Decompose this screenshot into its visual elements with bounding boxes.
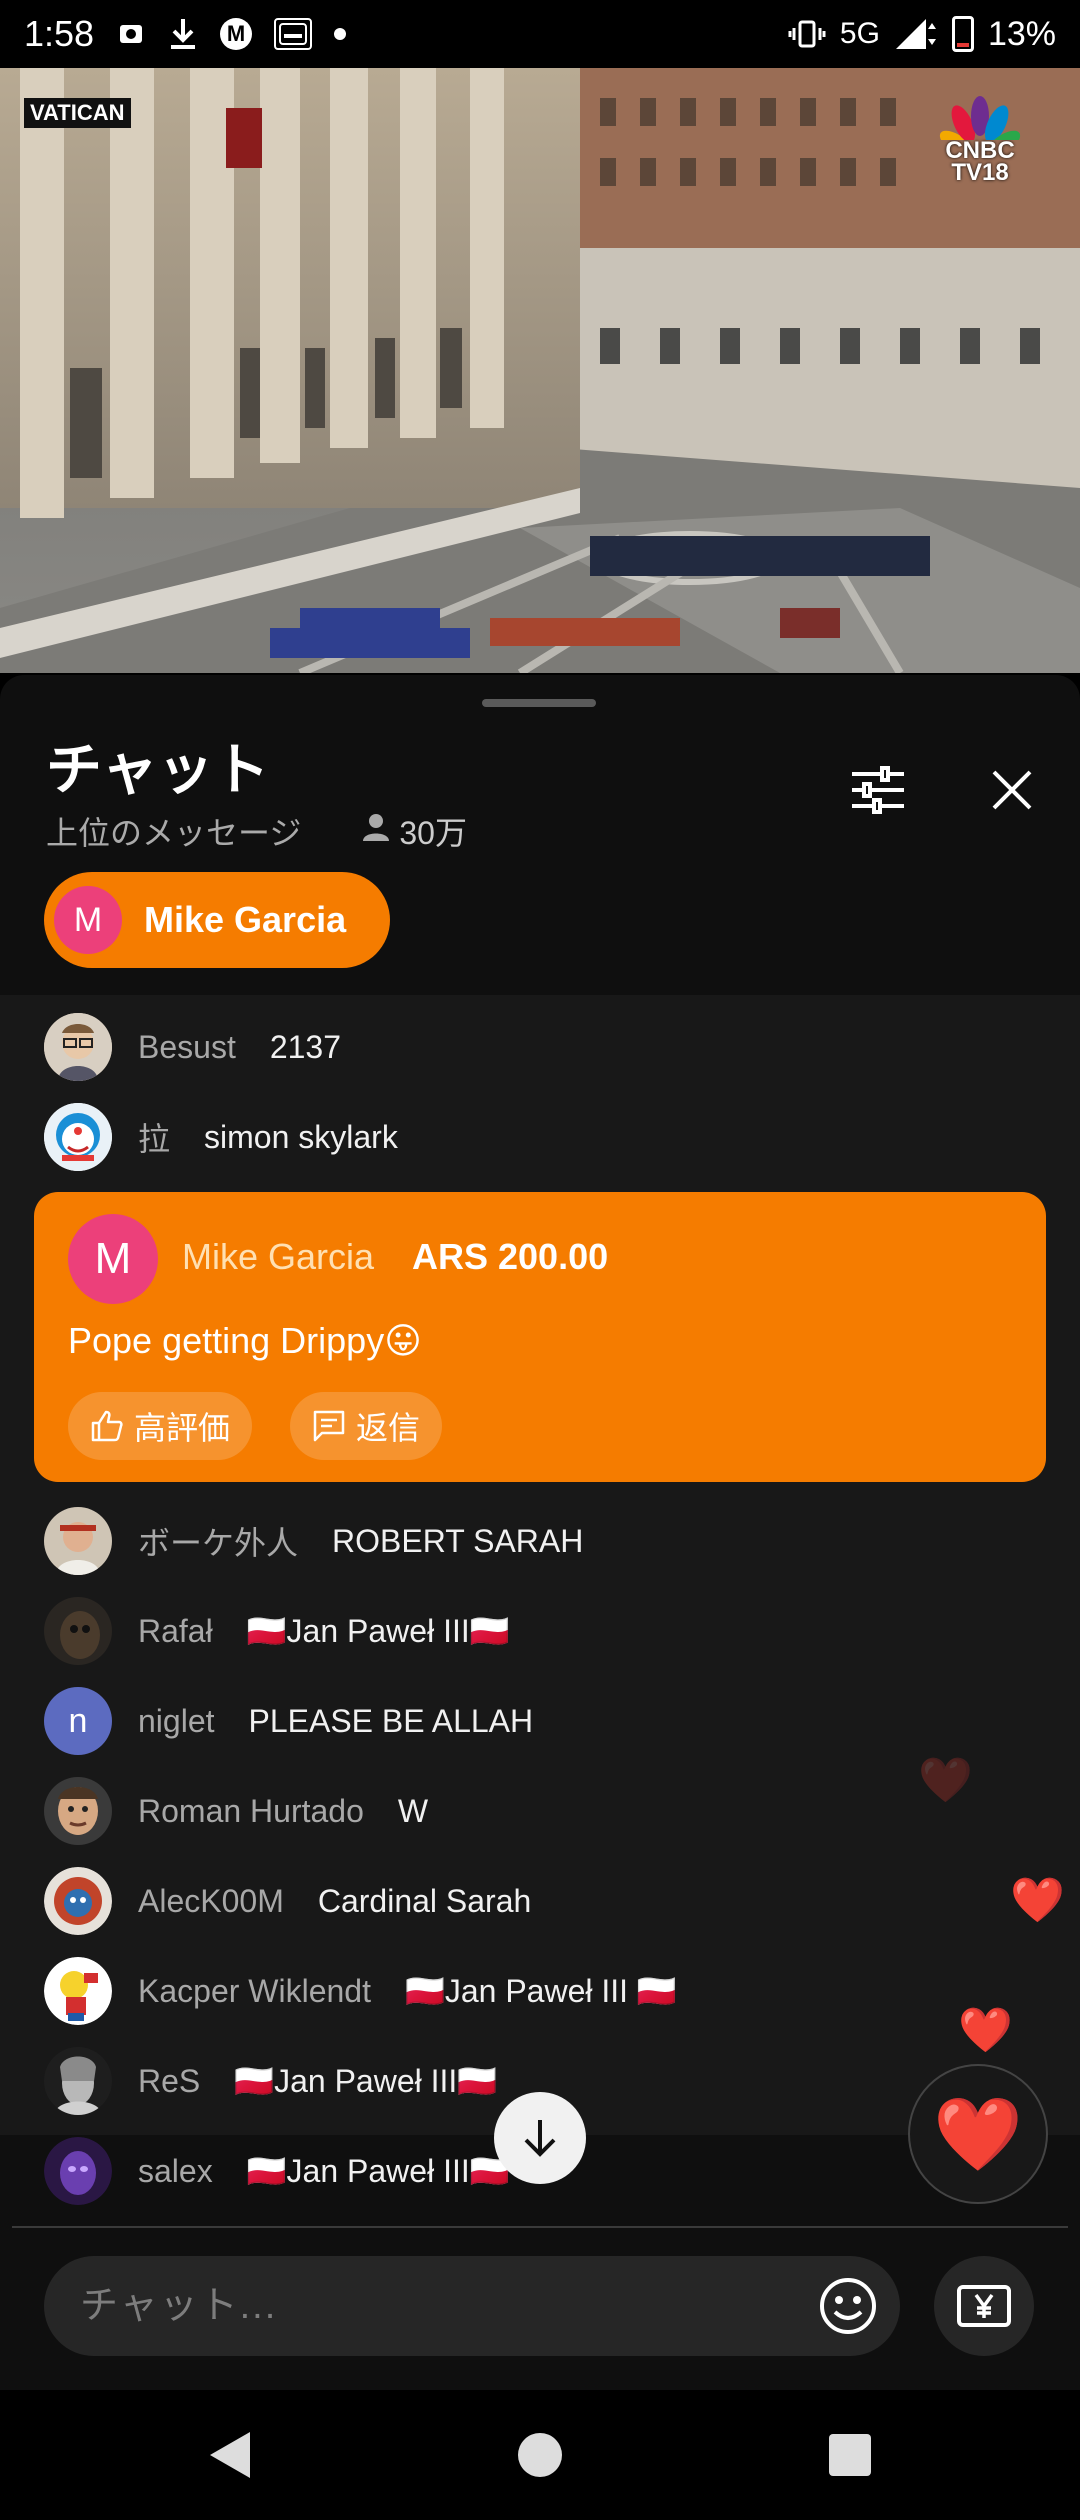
status-time: 1:58 — [24, 13, 95, 54]
chat-message[interactable]: ボーケ外人 ROBERT SARAH — [0, 1496, 1080, 1586]
yen-bill-icon — [957, 2285, 1011, 2327]
message-author: ボーケ外人 — [138, 1525, 299, 1561]
avatar — [44, 1777, 112, 1845]
viewer-count-value: 30万 — [399, 815, 467, 851]
app-notification-icon — [116, 19, 146, 49]
viewer-count: 30万 — [361, 808, 467, 854]
message-text: 🇵🇱Jan Paweł III🇵🇱 — [246, 1613, 510, 1649]
message-author: Rafał — [138, 1612, 213, 1649]
avatar: M — [54, 886, 122, 954]
message-text: ROBERT SARAH — [332, 1522, 584, 1559]
status-bar: 1:58 M 5G 13% — [0, 0, 1080, 68]
recents-nav-icon[interactable] — [829, 2434, 871, 2476]
avatar: n — [44, 1687, 112, 1755]
more-notifications-dot — [334, 28, 347, 40]
emoji-button[interactable] — [816, 2274, 880, 2338]
reply-label: 返信 — [356, 1410, 421, 1446]
person-icon — [361, 812, 391, 850]
message-text: 🇵🇱Jan Paweł III🇵🇱 — [246, 2153, 510, 2189]
message-author: AlecK00M — [138, 1882, 284, 1919]
like-label: 高評価 — [134, 1410, 231, 1446]
avatar — [44, 1507, 112, 1575]
chat-input[interactable] — [80, 2284, 780, 2328]
superchat-author: Mike Garcia — [182, 1236, 375, 1277]
message-author: Roman Hurtado — [138, 1792, 364, 1829]
superchat-card[interactable]: M Mike Garcia ARS 200.00 Pope getting Dr… — [34, 1192, 1046, 1482]
signal-icon — [894, 17, 938, 51]
chat-message[interactable]: Kacper Wiklendt 🇵🇱Jan Paweł III 🇵🇱 — [0, 1946, 1080, 2036]
avatar: M — [68, 1214, 158, 1304]
message-text: 2137 — [269, 1028, 342, 1065]
chat-message[interactable]: Rafał 🇵🇱Jan Paweł III🇵🇱 — [0, 1586, 1080, 1676]
reaction-heart-button[interactable]: ❤️ — [908, 2064, 1048, 2204]
message-author: Kacper Wiklendt — [138, 1972, 371, 2009]
chat-message[interactable]: Besust 2137 — [0, 1002, 1080, 1092]
avatar — [44, 1867, 112, 1935]
message-text: 🇵🇱Jan Paweł III🇵🇱 — [234, 2063, 498, 2099]
pinned-superchat-chip[interactable]: M Mike Garcia — [44, 872, 390, 968]
message-author: 拉 — [138, 1121, 171, 1157]
avatar — [44, 1957, 112, 2025]
network-type: 5G — [839, 17, 880, 50]
arrow-down-icon — [524, 2120, 556, 2157]
thumbs-up-icon — [91, 1410, 123, 1442]
avatar — [44, 2047, 112, 2115]
message-text: 🇵🇱Jan Paweł III 🇵🇱 — [404, 1973, 677, 2009]
battery-level: 13% — [987, 14, 1056, 53]
chat-mode-selector[interactable]: 上位のメッセージ — [46, 808, 301, 854]
chat-subheader: 上位のメッセージ 30万 — [46, 808, 467, 854]
m-app-icon: M — [220, 18, 253, 50]
reply-icon — [313, 1410, 345, 1442]
message-author: ReS — [138, 2062, 201, 2099]
input-divider — [12, 2226, 1068, 2228]
video-frame — [0, 68, 1080, 673]
system-navigation-bar — [0, 2390, 1080, 2520]
pinned-author-name: Mike Garcia — [144, 899, 347, 940]
channel-logo: CNBC TV18 — [920, 90, 1040, 186]
message-author: salex — [138, 2152, 213, 2189]
avatar — [44, 2137, 112, 2205]
heart-icon: ❤️ — [933, 2094, 1023, 2175]
close-icon — [992, 770, 1032, 810]
chat-title: チャット — [46, 738, 270, 801]
battery-icon — [951, 16, 974, 52]
sliders-icon — [852, 766, 904, 814]
floating-heart-icon: ❤️ — [918, 1756, 973, 1805]
superchat-amount: ARS 200.00 — [412, 1236, 609, 1277]
close-chat-button[interactable] — [972, 750, 1052, 830]
smiley-icon — [820, 2278, 876, 2334]
chat-message[interactable]: 拉 simon skylark — [0, 1092, 1080, 1182]
video-player[interactable]: VATICAN CNBC TV18 — [0, 68, 1080, 673]
scroll-to-bottom-button[interactable] — [494, 2092, 586, 2184]
floating-heart-icon: ❤️ — [958, 2006, 1013, 2055]
reply-button[interactable]: 返信 — [290, 1392, 443, 1460]
avatar — [44, 1597, 112, 1665]
message-text: Cardinal Sarah — [317, 1882, 532, 1919]
message-text: simon skylark — [204, 1118, 398, 1155]
download-icon — [168, 17, 198, 51]
home-nav-icon[interactable] — [518, 2433, 562, 2477]
avatar — [44, 1103, 112, 1171]
vibrate-icon — [788, 18, 826, 50]
message-author: niglet — [138, 1702, 215, 1739]
drag-handle[interactable] — [482, 699, 596, 707]
message-author: Besust — [138, 1028, 236, 1065]
chat-message[interactable]: n niglet PLEASE BE ALLAH — [0, 1676, 1080, 1766]
superchat-message: Pope getting Drippy😛 — [68, 1320, 422, 1361]
floating-heart-icon: ❤️ — [1010, 1876, 1065, 1925]
logo-line-2: TV18 — [951, 159, 1009, 186]
avatar — [44, 1013, 112, 1081]
super-chat-button[interactable] — [934, 2256, 1034, 2356]
peacock-logo-icon — [938, 90, 1022, 158]
chat-message[interactable]: AlecK00M Cardinal Sarah — [0, 1856, 1080, 1946]
message-text: W — [397, 1792, 429, 1829]
pay-app-icon — [274, 18, 313, 50]
back-nav-icon[interactable] — [210, 2432, 250, 2478]
location-tag: VATICAN — [24, 98, 131, 128]
chat-filter-button[interactable] — [838, 750, 918, 830]
like-button[interactable]: 高評価 — [68, 1392, 253, 1460]
chat-input-container[interactable] — [44, 2256, 900, 2356]
message-text: PLEASE BE ALLAH — [248, 1702, 534, 1739]
